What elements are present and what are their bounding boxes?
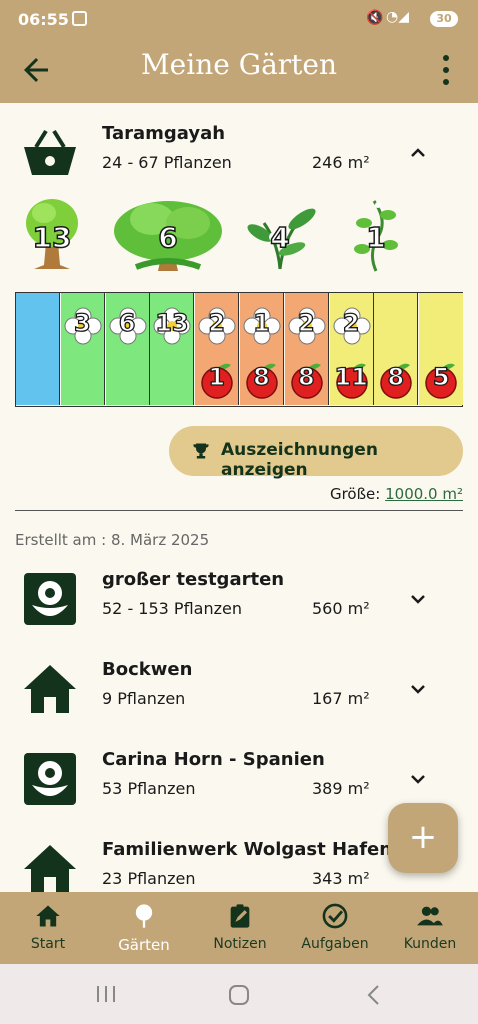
nav-gardens[interactable]: Gärten — [96, 892, 192, 964]
plant-count: 52 - 153 Pflanzen — [102, 599, 242, 618]
garden-area: 389 m² — [312, 779, 370, 798]
garden-bed[interactable]: 5 — [419, 293, 464, 405]
created-date: Erstellt am : 8. März 2025 — [15, 531, 210, 549]
flower-count: 2 — [208, 308, 226, 337]
garden-name: großer testgarten — [102, 569, 285, 590]
fruit-count: 5 — [432, 362, 450, 391]
garden-bed[interactable]: 8 — [374, 293, 419, 405]
wifi-signal-icon: ◔◢ — [386, 9, 409, 25]
home-icon — [36, 905, 60, 927]
chevron-down-icon[interactable] — [406, 677, 430, 701]
flower-icon — [24, 753, 76, 805]
plant-count: 24 - 67 Pflanzen — [102, 153, 232, 172]
garden-bed[interactable]: 13 — [150, 293, 195, 405]
nav-notes[interactable]: Notizen — [192, 892, 288, 964]
garden-beds[interactable]: 3 6 13 2 1 1 8 2 8 2 11 8 5 — [15, 292, 464, 407]
awards-button-label: Auszeichnungen anzeigen — [221, 440, 378, 480]
fruit-count: 8 — [252, 362, 270, 391]
nav-start[interactable]: Start — [0, 892, 96, 964]
basket-icon — [24, 129, 76, 175]
plant-type-bush: 6 — [112, 193, 224, 273]
bottom-navigation: Start Gärten Notizen Aufgaben Kunden — [0, 892, 478, 964]
garden-bed[interactable] — [16, 293, 60, 405]
garden-name: Bockwen — [102, 659, 193, 680]
size-value[interactable]: 1000.0 m² — [385, 485, 463, 503]
plant-count-label: 6 — [158, 220, 179, 255]
awards-button[interactable]: Auszeichnungen anzeigen — [169, 426, 463, 480]
garden-item-expanded[interactable]: Taramgayah 24 - 67 Pflanzen 246 m² — [0, 117, 478, 197]
status-bar: 06:55 🔇 ◔◢ 30 — [0, 0, 478, 38]
garden-bed[interactable]: 18 — [240, 293, 284, 405]
house-icon — [24, 845, 76, 892]
garden-bed[interactable]: 21 — [195, 293, 240, 405]
nav-label: Start — [30, 936, 66, 952]
plant-count-label: 4 — [270, 220, 291, 255]
garden-bed[interactable]: 3 — [60, 293, 105, 405]
chevron-down-icon[interactable] — [406, 767, 430, 791]
garden-bed[interactable]: 6 — [105, 293, 150, 405]
garden-area: 246 m² — [312, 153, 370, 172]
flower-count: 1 — [252, 308, 270, 337]
tree-icon — [135, 904, 153, 928]
system-navigation — [0, 964, 478, 1024]
note-icon — [230, 904, 250, 928]
recent-apps-icon[interactable] — [94, 984, 118, 1004]
home-button-icon[interactable] — [228, 984, 250, 1006]
flower-count: 2 — [297, 308, 315, 337]
nav-tasks[interactable]: Aufgaben — [287, 892, 383, 964]
more-vertical-icon[interactable] — [436, 52, 456, 88]
flower-count: 3 — [73, 308, 91, 337]
nav-label: Gärten — [118, 936, 170, 954]
back-button-icon[interactable] — [364, 984, 384, 1006]
garden-item[interactable]: Bockwen 9 Pflanzen 167 m² — [0, 653, 478, 733]
screenshot-icon — [72, 11, 87, 26]
garden-area: 167 m² — [312, 689, 370, 708]
garden-name: Carina Horn - Spanien — [102, 749, 325, 770]
plant-type-vine: 1 — [348, 193, 404, 273]
garden-area: 343 m² — [312, 869, 370, 888]
mute-icon: 🔇 — [366, 10, 384, 26]
plant-count: 9 Pflanzen — [102, 689, 186, 708]
battery-indicator: 30 — [430, 11, 458, 27]
garden-size: Größe: 1000.0 m² — [330, 485, 463, 503]
fruit-count: 8 — [387, 362, 405, 391]
fruit-count: 11 — [334, 362, 369, 391]
add-garden-button[interactable]: + — [388, 803, 458, 873]
nav-label: Aufgaben — [301, 936, 369, 952]
garden-item[interactable]: großer testgarten 52 - 153 Pflanzen 560 … — [0, 563, 478, 643]
plant-count: 23 Pflanzen — [102, 869, 196, 888]
garden-bed[interactable]: 2 11 — [329, 293, 374, 405]
trophy-icon — [193, 443, 209, 459]
people-icon — [417, 906, 443, 926]
chevron-up-icon[interactable] — [406, 141, 430, 165]
flower-count: 6 — [118, 308, 136, 337]
check-icon — [322, 903, 348, 929]
flower-count: 2 — [342, 308, 360, 337]
chevron-down-icon[interactable] — [406, 587, 430, 611]
page-title: Meine Gärten — [141, 48, 337, 81]
house-icon — [24, 665, 76, 713]
plant-count-label: 13 — [32, 220, 72, 255]
plant-count-label: 1 — [366, 220, 387, 255]
flower-count: 13 — [155, 308, 190, 337]
app-bar: Meine Gärten — [0, 38, 478, 103]
garden-list: Taramgayah 24 - 67 Pflanzen 246 m² 13 6 — [0, 103, 478, 892]
nav-customers[interactable]: Kunden — [382, 892, 478, 964]
plant-count: 53 Pflanzen — [102, 779, 196, 798]
size-label: Größe: — [329, 485, 381, 503]
nav-label: Notizen — [213, 936, 267, 952]
plant-type-herb: 4 — [244, 193, 316, 273]
garden-name: Taramgayah — [102, 123, 226, 144]
fruit-count: 1 — [208, 362, 226, 391]
garden-name: Familienwerk Wolgast Hafen — [102, 839, 393, 860]
garden-bed[interactable]: 28 — [284, 293, 329, 405]
garden-area: 560 m² — [312, 599, 370, 618]
flower-icon — [24, 573, 76, 625]
clock: 06:55 — [18, 10, 69, 29]
plant-type-tree: 13 — [22, 193, 82, 273]
nav-label: Kunden — [403, 936, 457, 952]
fruit-count: 8 — [297, 362, 315, 391]
divider — [15, 510, 463, 511]
